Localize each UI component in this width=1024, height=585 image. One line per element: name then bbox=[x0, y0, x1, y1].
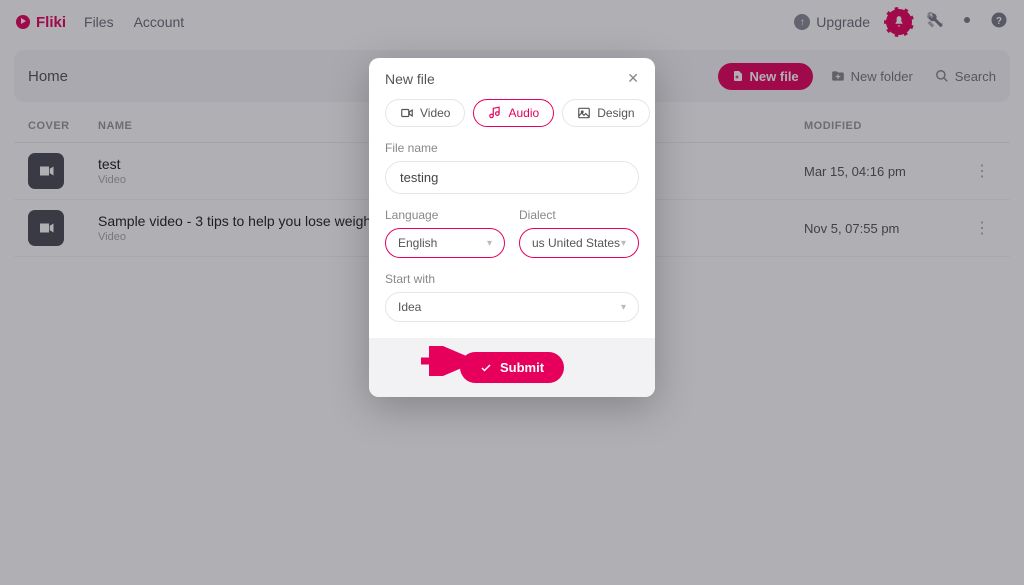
chevron-down-icon: ▾ bbox=[621, 238, 626, 249]
image-icon bbox=[577, 106, 591, 120]
chevron-down-icon: ▾ bbox=[487, 238, 492, 249]
file-name-label: File name bbox=[385, 141, 639, 155]
tab-audio[interactable]: Audio bbox=[473, 99, 554, 127]
submit-button[interactable]: Submit bbox=[460, 352, 564, 383]
chevron-down-icon: ▾ bbox=[621, 302, 626, 313]
audio-icon bbox=[488, 106, 502, 120]
submit-label: Submit bbox=[500, 360, 544, 375]
check-icon bbox=[480, 362, 492, 374]
start-with-label: Start with bbox=[385, 272, 639, 286]
language-value: English bbox=[398, 236, 437, 250]
file-name-input[interactable] bbox=[385, 161, 639, 194]
close-icon[interactable]: ✕ bbox=[627, 70, 639, 87]
dialect-value: us United States bbox=[532, 236, 620, 250]
language-select[interactable]: English ▾ bbox=[385, 228, 505, 258]
video-icon bbox=[400, 106, 414, 120]
language-label: Language bbox=[385, 208, 505, 222]
tab-design-label: Design bbox=[597, 106, 634, 120]
new-file-modal: New file ✕ Video Audio Design File name bbox=[369, 58, 655, 397]
dialect-label: Dialect bbox=[519, 208, 639, 222]
start-with-value: Idea bbox=[398, 300, 421, 314]
modal-footer: Submit bbox=[369, 338, 655, 397]
tab-video[interactable]: Video bbox=[385, 99, 465, 127]
dialect-select[interactable]: us United States ▾ bbox=[519, 228, 639, 258]
modal-overlay[interactable]: New file ✕ Video Audio Design File name bbox=[0, 0, 1024, 585]
type-tabs: Video Audio Design bbox=[385, 99, 639, 127]
modal-header: New file ✕ bbox=[369, 58, 655, 95]
start-with-select[interactable]: Idea ▾ bbox=[385, 292, 639, 322]
tab-design[interactable]: Design bbox=[562, 99, 649, 127]
modal-title: New file bbox=[385, 71, 435, 87]
tab-audio-label: Audio bbox=[508, 106, 539, 120]
tab-video-label: Video bbox=[420, 106, 450, 120]
